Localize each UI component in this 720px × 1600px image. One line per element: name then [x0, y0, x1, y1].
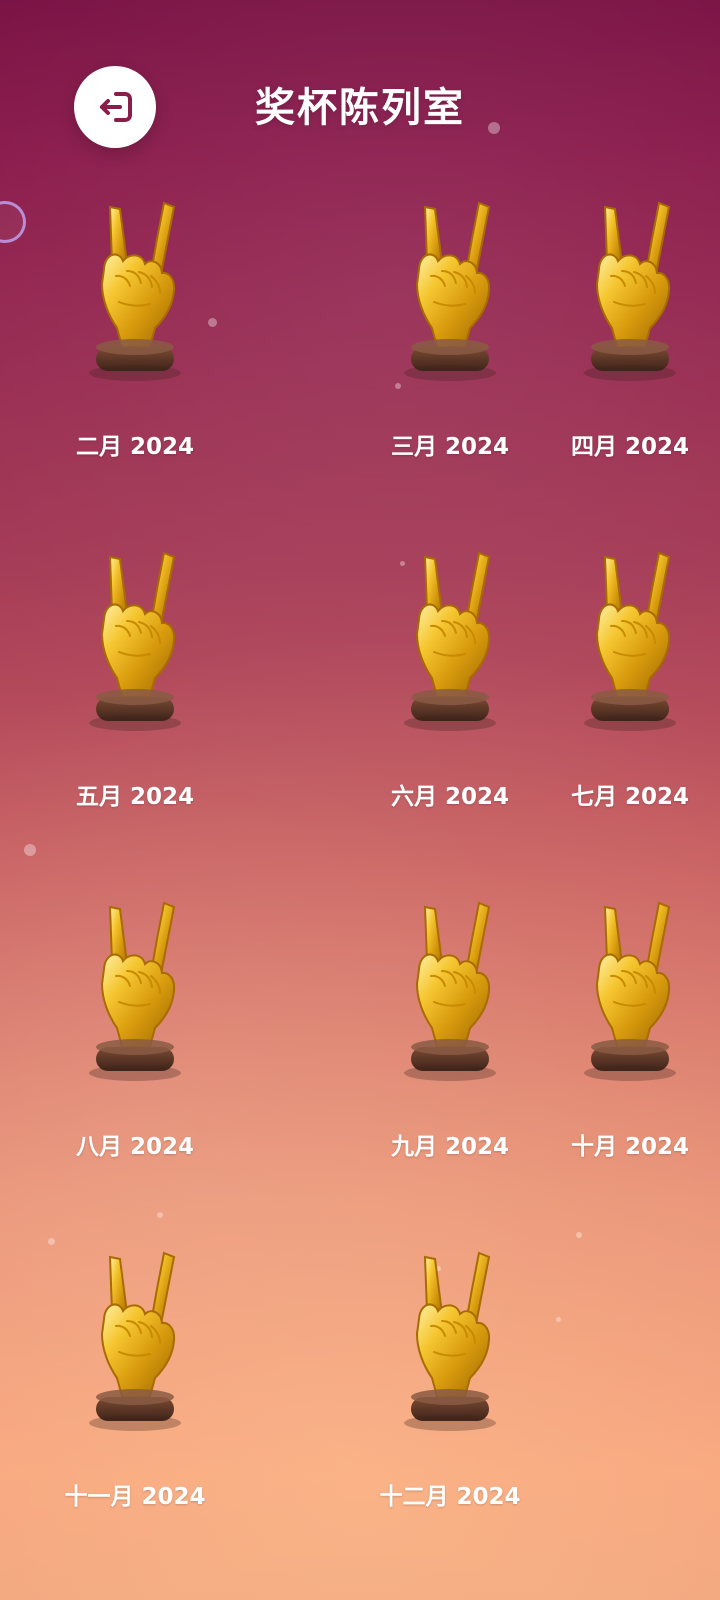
trophy-label: 四月 2024	[570, 434, 690, 460]
trophy-grid: 二月 2024 三月 2024 四月 2024 五月 2024 六月 2024 …	[0, 190, 720, 1590]
trophy-item[interactable]: 五月 2024	[0, 540, 270, 890]
peace-hand-trophy-icon	[396, 1245, 504, 1445]
trophy-label: 二月 2024	[75, 434, 195, 460]
header: 奖杯陈列室	[0, 0, 720, 220]
page-title: 奖杯陈列室	[255, 85, 465, 131]
peace-hand-trophy-icon	[81, 545, 189, 745]
trophy-item[interactable]: 二月 2024	[0, 190, 270, 540]
trophy-item[interactable]: 十月 2024	[540, 890, 720, 1240]
trophy-label: 五月 2024	[75, 784, 195, 810]
exit-icon	[100, 92, 132, 122]
peace-hand-trophy-icon	[81, 1245, 189, 1445]
trophy-item[interactable]: 七月 2024	[540, 540, 720, 890]
trophy-item[interactable]: 六月 2024	[270, 540, 540, 890]
trophy-label: 三月 2024	[390, 434, 510, 460]
exit-button[interactable]	[74, 66, 156, 148]
peace-hand-trophy-icon	[396, 545, 504, 745]
trophy-label: 八月 2024	[75, 1134, 195, 1160]
peace-hand-trophy-icon	[396, 195, 504, 395]
trophy-item[interactable]: 十一月 2024	[0, 1240, 270, 1590]
trophy-label: 七月 2024	[570, 784, 690, 810]
peace-hand-trophy-icon	[576, 895, 684, 1095]
peace-hand-trophy-icon	[576, 545, 684, 745]
trophy-label: 九月 2024	[390, 1134, 510, 1160]
trophy-item[interactable]: 九月 2024	[270, 890, 540, 1240]
trophy-item[interactable]: 八月 2024	[0, 890, 270, 1240]
peace-hand-trophy-icon	[81, 195, 189, 395]
trophy-item[interactable]: 十二月 2024	[270, 1240, 540, 1590]
trophy-label: 十一月 2024	[64, 1484, 206, 1510]
trophy-label: 六月 2024	[390, 784, 510, 810]
trophy-item[interactable]: 三月 2024	[270, 190, 540, 540]
trophy-label: 十二月 2024	[379, 1484, 521, 1510]
peace-hand-trophy-icon	[396, 895, 504, 1095]
peace-hand-trophy-icon	[81, 895, 189, 1095]
peace-hand-trophy-icon	[576, 195, 684, 395]
trophy-label: 十月 2024	[570, 1134, 690, 1160]
trophy-item[interactable]: 四月 2024	[540, 190, 720, 540]
